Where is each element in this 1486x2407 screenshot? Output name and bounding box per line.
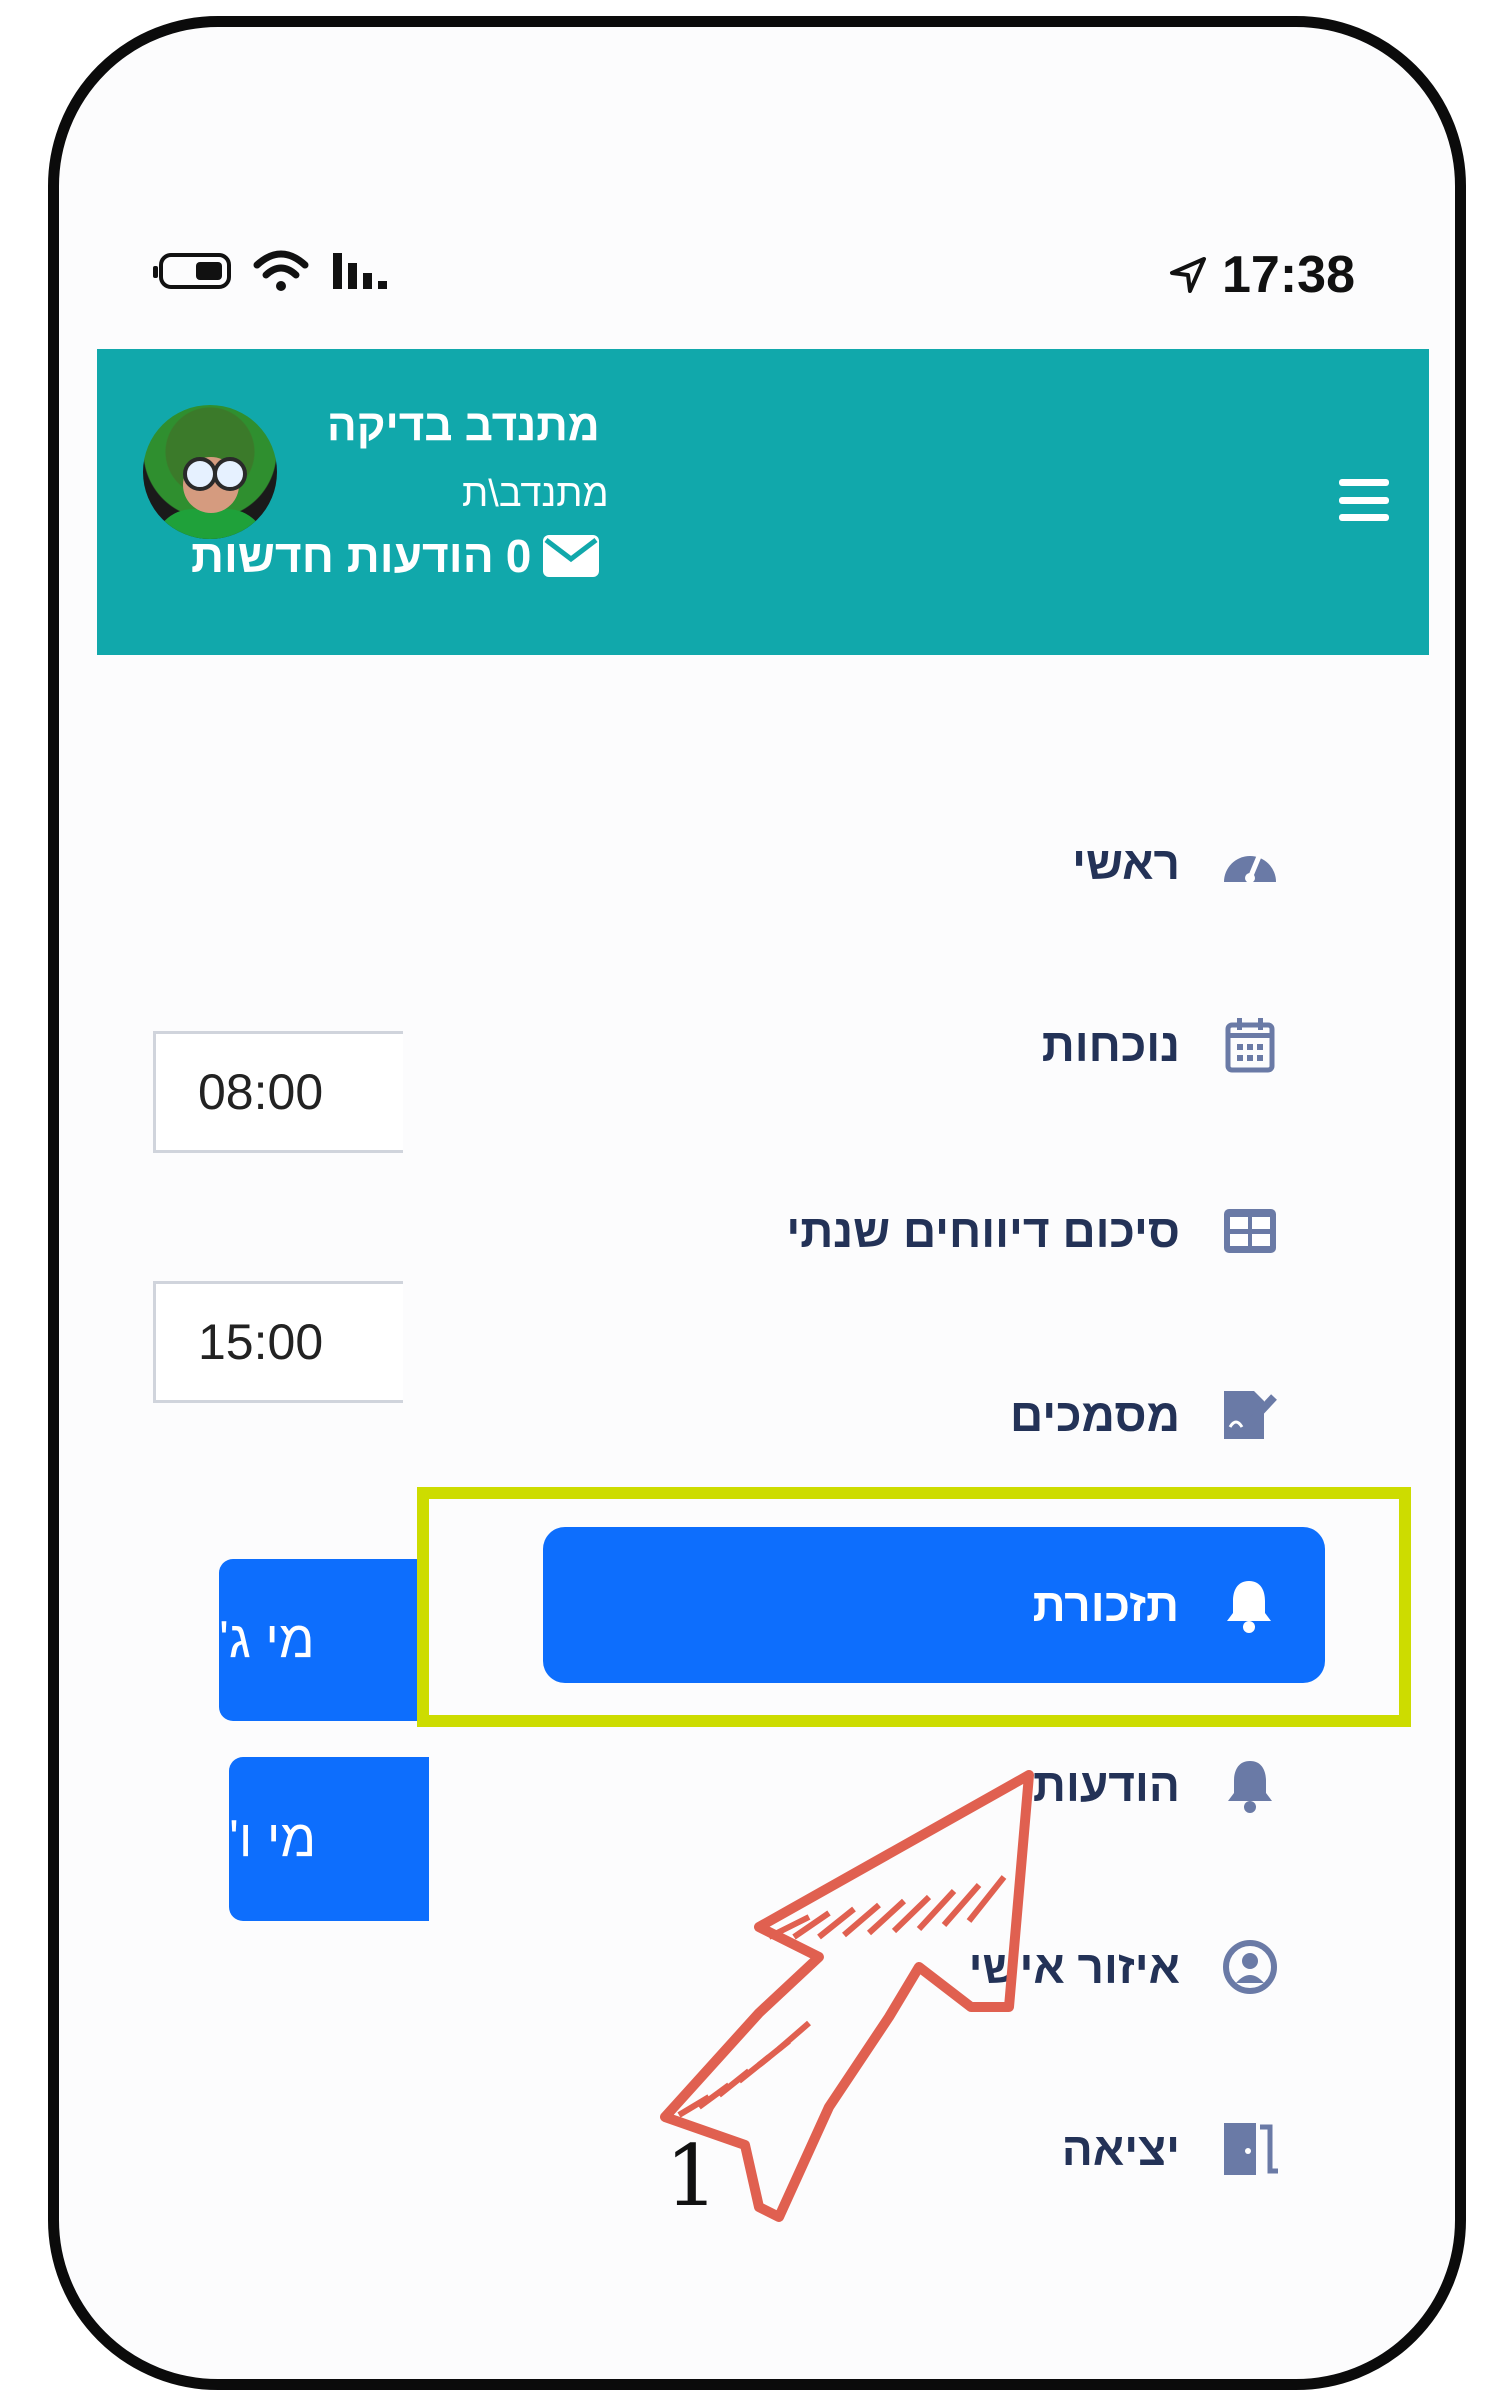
menu-label-messages: הודעות xyxy=(1032,1759,1180,1811)
phone-frame: 17:38 מתנדב בדיקה מתנדב\ת 0 הודעות חדשות xyxy=(48,16,1466,2390)
envelope-icon xyxy=(543,535,600,577)
menu-toggle-icon[interactable] xyxy=(1339,479,1389,521)
dashboard-icon xyxy=(1220,835,1280,891)
location-arrow-icon xyxy=(1170,257,1206,293)
messages-count: 0 xyxy=(505,530,532,582)
day-button-1[interactable]: מי ג' xyxy=(219,1559,419,1721)
messages-label: הודעות חדשות xyxy=(191,530,494,582)
menu-label-logout: יציאה xyxy=(1061,2123,1180,2175)
menu-item-messages[interactable]: הודעות xyxy=(1033,1757,1280,1813)
menu-label-yearly-summary: סיכום דיווחים שנתי xyxy=(786,1205,1180,1257)
table-icon xyxy=(1220,1203,1280,1259)
menu-label-attendance: נוכחות xyxy=(1041,1019,1180,1071)
bell-icon xyxy=(1220,1757,1280,1813)
annotation-number: 1 xyxy=(665,2127,719,2225)
menu-item-documents[interactable]: מסמכים xyxy=(1010,1387,1280,1443)
menu-label-home: ראשי xyxy=(1072,837,1180,889)
document-sign-icon xyxy=(1220,1387,1280,1443)
status-time: 17:38 xyxy=(1168,245,1355,305)
menu-item-logout[interactable]: יציאה xyxy=(1062,2121,1280,2177)
time-end-input[interactable]: 15:00 xyxy=(153,1281,403,1403)
app-screen: 17:38 מתנדב בדיקה מתנדב\ת 0 הודעות חדשות xyxy=(59,27,1455,2379)
battery-icon xyxy=(153,253,231,289)
day-button-2[interactable]: מי ו' xyxy=(229,1757,429,1921)
time-text: 17:38 xyxy=(1222,246,1355,304)
door-exit-icon xyxy=(1220,2121,1280,2177)
avatar[interactable] xyxy=(143,405,277,539)
menu-label-documents: מסמכים xyxy=(1009,1389,1180,1441)
user-circle-icon xyxy=(1220,1939,1280,1995)
menu-item-home[interactable]: ראשי xyxy=(1072,835,1280,891)
calendar-icon xyxy=(1220,1017,1280,1073)
messages-link[interactable]: 0 הודעות חדשות xyxy=(191,529,600,583)
user-name: מתנדב בדיקה xyxy=(327,401,600,450)
app-header: מתנדב בדיקה מתנדב\ת 0 הודעות חדשות xyxy=(97,349,1429,655)
signal-icon xyxy=(333,253,387,289)
highlight-box xyxy=(417,1487,1411,1727)
user-role: מתנדב\ת xyxy=(462,473,609,515)
menu-item-attendance[interactable]: נוכחות xyxy=(1042,1017,1280,1073)
status-icons xyxy=(153,249,395,293)
menu-item-yearly-summary[interactable]: סיכום דיווחים שנתי xyxy=(786,1203,1280,1259)
time-start-input[interactable]: 08:00 xyxy=(153,1031,403,1153)
wifi-icon xyxy=(253,250,309,291)
